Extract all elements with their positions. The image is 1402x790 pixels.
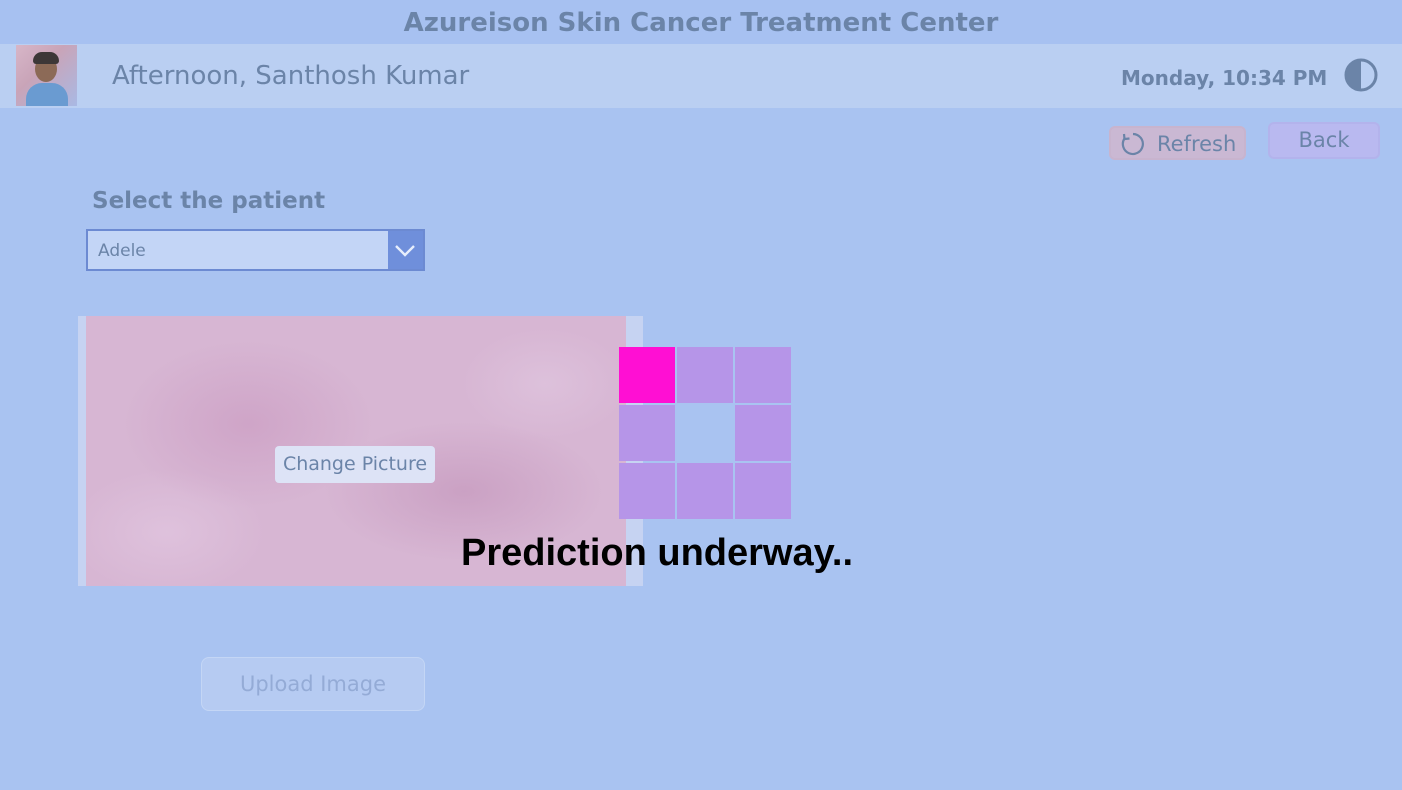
patient-dropdown[interactable]: Adele: [86, 229, 425, 271]
chevron-down-icon: [395, 245, 415, 257]
patient-selected-value: Adele: [98, 241, 146, 261]
loading-spinner: [619, 347, 793, 521]
datetime-text: Monday, 10:34 PM: [1121, 66, 1328, 90]
spinner-cell: [735, 347, 791, 403]
refresh-icon: [1120, 131, 1146, 157]
refresh-button[interactable]: Refresh: [1109, 126, 1246, 160]
spinner-cell: [619, 405, 675, 461]
theme-toggle-icon[interactable]: [1344, 58, 1378, 92]
header-bar: Afternoon, Santhosh Kumar Monday, 10:34 …: [0, 44, 1402, 108]
spinner-cell: [619, 347, 675, 403]
upload-image-button[interactable]: Upload Image: [201, 657, 425, 711]
refresh-label: Refresh: [1157, 132, 1237, 156]
spinner-cell: [735, 463, 791, 519]
spinner-cell: [619, 463, 675, 519]
avatar: [16, 45, 77, 106]
change-picture-button[interactable]: Change Picture: [275, 446, 435, 483]
greeting-text: Afternoon, Santhosh Kumar: [112, 61, 470, 91]
select-patient-label: Select the patient: [92, 188, 326, 214]
spinner-cell: [735, 405, 791, 461]
dropdown-toggle[interactable]: [388, 231, 423, 269]
loading-message: Prediction underway..: [461, 532, 854, 574]
spinner-cell: [677, 347, 733, 403]
spinner-cell: [677, 463, 733, 519]
app-title: Azureison Skin Cancer Treatment Center: [0, 0, 1402, 44]
back-button[interactable]: Back: [1268, 122, 1380, 159]
